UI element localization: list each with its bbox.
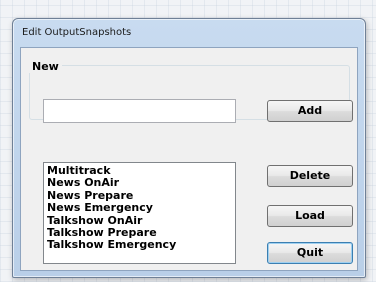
list-item[interactable]: Talkshow Emergency <box>47 239 232 252</box>
list-item[interactable]: News OnAir <box>47 176 232 189</box>
delete-button[interactable]: Delete <box>267 165 353 187</box>
dialog-body: New Add Multitrack News OnAir News Prepa… <box>20 47 358 271</box>
load-button[interactable]: Load <box>267 205 353 227</box>
add-button[interactable]: Add <box>267 100 353 122</box>
quit-button[interactable]: Quit <box>267 242 353 264</box>
title-bar[interactable]: Edit OutputSnapshots <box>13 19 365 45</box>
new-snapshot-input[interactable] <box>43 99 236 123</box>
snapshot-listbox[interactable]: Multitrack News OnAir News Prepare News … <box>43 162 236 264</box>
window-title: Edit OutputSnapshots <box>22 27 132 38</box>
list-item[interactable]: News Emergency <box>47 201 232 214</box>
edit-output-snapshots-dialog: Edit OutputSnapshots New Add Multitrack … <box>12 18 366 278</box>
new-group-label: New <box>29 60 62 73</box>
